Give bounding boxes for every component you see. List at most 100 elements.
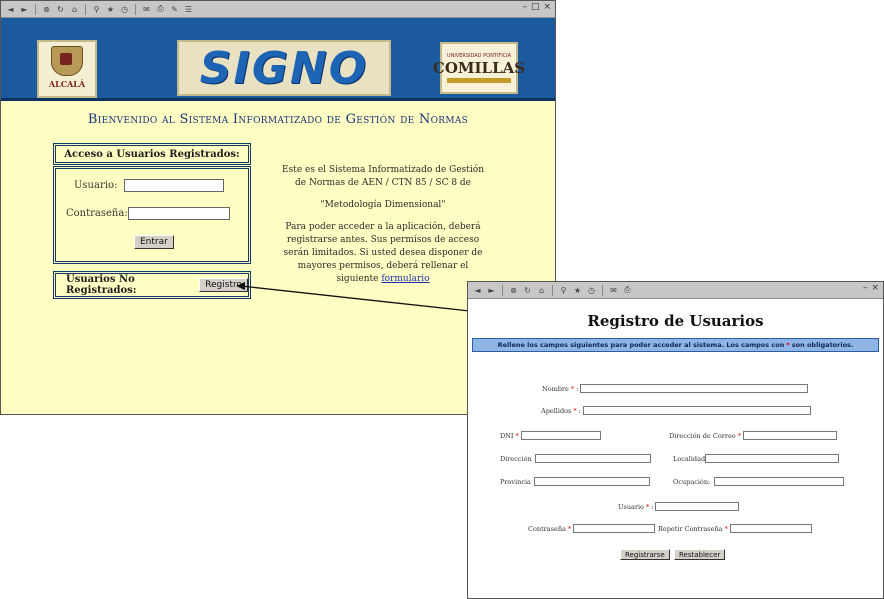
- repetir-input[interactable]: [729, 524, 812, 533]
- contrasena-input[interactable]: [573, 524, 656, 533]
- repetir-label: Repetir Contraseña: [658, 524, 723, 533]
- stop-icon[interactable]: ⊗: [41, 4, 52, 15]
- dni-label: DNI: [500, 431, 514, 440]
- info-paragraph-3: Para poder acceder a la aplicación, debe…: [277, 221, 489, 286]
- formulario-link[interactable]: formulario: [381, 274, 429, 284]
- instructions-text-end: son obligatorios.: [791, 341, 854, 349]
- localidad-input[interactable]: [705, 454, 840, 463]
- dni-row: DNI *: [500, 431, 601, 440]
- login-submit-button[interactable]: Entrar: [134, 235, 174, 249]
- favorites-icon[interactable]: ★: [572, 285, 583, 296]
- toolbar-divider: [502, 284, 503, 296]
- window-controls: – □ ×: [522, 2, 551, 12]
- password-row: Contraseña:: [66, 207, 230, 220]
- provincia-input[interactable]: [533, 477, 650, 486]
- toolbar-divider: [602, 284, 603, 296]
- home-icon[interactable]: ⌂: [536, 285, 547, 296]
- provincia-row: Provincia: [500, 477, 650, 486]
- registrarse-button[interactable]: Registrarse: [620, 549, 670, 560]
- required-mark: *: [737, 431, 741, 440]
- close-icon[interactable]: ×: [543, 2, 551, 12]
- refresh-icon[interactable]: ↻: [55, 4, 66, 15]
- forward-icon[interactable]: ►: [19, 4, 30, 15]
- discuss-icon[interactable]: ☰: [183, 4, 194, 15]
- repetir-row: Repetir Contraseña *: [658, 524, 812, 533]
- login-form: Usuario: Contraseña: Entrar: [53, 166, 251, 264]
- toolbar-divider: [135, 3, 136, 15]
- login-panel-title: Acceso a Usuarios Registrados:: [64, 148, 240, 160]
- back-icon[interactable]: ◄: [5, 4, 16, 15]
- home-icon[interactable]: ⌂: [69, 4, 80, 15]
- login-panel-header: Acceso a Usuarios Registrados:: [53, 143, 251, 165]
- comillas-logo-text: COMILLAS: [432, 59, 526, 77]
- usuario-input[interactable]: [655, 502, 740, 511]
- mail-icon[interactable]: ✉: [608, 285, 619, 296]
- forward-icon[interactable]: ►: [486, 285, 497, 296]
- restablecer-button[interactable]: Restablecer: [674, 549, 726, 560]
- nombre-label: Nombre: [542, 384, 569, 393]
- direccion-row: Dirección: [500, 454, 651, 463]
- nombre-input[interactable]: [580, 384, 809, 393]
- alcala-logo: ALCALÁ: [37, 40, 97, 98]
- required-mark: *: [724, 524, 728, 533]
- window-controls: – ×: [863, 283, 879, 293]
- correo-label: Dirección de Correo: [669, 431, 736, 440]
- registro-window: ◄ ► ⊗ ↻ ⌂ ⚲ ★ ◷ ✉ ⎙ – × Registro de Usua…: [467, 281, 884, 599]
- search-icon[interactable]: ⚲: [558, 285, 569, 296]
- ocupacion-input[interactable]: [714, 477, 845, 486]
- signo-banner: ALCALÁ SIGNO UNIVERSIDAD PONTIFICIA COMI…: [1, 18, 555, 101]
- search-icon[interactable]: ⚲: [91, 4, 102, 15]
- minimize-icon[interactable]: –: [522, 2, 527, 12]
- close-icon[interactable]: ×: [871, 283, 879, 293]
- contrasena-label: Contraseña: [528, 524, 566, 533]
- print-icon[interactable]: ⎙: [622, 285, 633, 296]
- toolbar-divider: [85, 3, 86, 15]
- toolbar-divider: [35, 3, 36, 15]
- stop-icon[interactable]: ⊗: [508, 285, 519, 296]
- info-paragraph-1: Este es el Sistema Informatizado de Gest…: [282, 165, 484, 188]
- apellidos-label: Apellidos: [541, 406, 572, 415]
- refresh-icon[interactable]: ↻: [522, 285, 533, 296]
- password-input[interactable]: [128, 207, 230, 220]
- direccion-input[interactable]: [534, 454, 651, 463]
- required-mark: *: [570, 384, 575, 393]
- mail-icon[interactable]: ✉: [141, 4, 152, 15]
- user-row: Usuario:: [74, 179, 224, 192]
- welcome-heading: Bienvenido al Sistema Informatizado de G…: [87, 112, 469, 127]
- field-colon: :: [578, 406, 581, 415]
- info-text: Este es el Sistema Informatizado de Gest…: [277, 164, 489, 295]
- back-icon[interactable]: ◄: [472, 285, 483, 296]
- history-icon[interactable]: ◷: [119, 4, 130, 15]
- apellidos-input[interactable]: [582, 406, 811, 415]
- dni-input[interactable]: [520, 431, 601, 440]
- print-icon[interactable]: ⎙: [155, 4, 166, 15]
- alcala-shield-icon: [51, 46, 83, 76]
- alcala-logo-text: ALCALÁ: [48, 79, 86, 89]
- correo-input[interactable]: [742, 431, 837, 440]
- apellidos-row: Apellidos * :: [541, 406, 811, 415]
- required-mark: *: [567, 524, 572, 533]
- correo-row: Dirección de Correo *: [669, 431, 837, 440]
- maximize-icon[interactable]: □: [531, 2, 540, 12]
- usuario-label: Usuario: [618, 502, 644, 511]
- field-colon: :: [708, 477, 711, 486]
- registro-button[interactable]: Registro: [199, 278, 248, 292]
- user-label: Usuario:: [74, 180, 118, 191]
- required-mark: *: [645, 502, 650, 511]
- history-icon[interactable]: ◷: [586, 285, 597, 296]
- favorites-icon[interactable]: ★: [105, 4, 116, 15]
- nombre-row: Nombre * :: [542, 384, 809, 393]
- info-paragraph-2: "Metodología Dimensional": [320, 200, 446, 210]
- toolbar-divider: [552, 284, 553, 296]
- unregistered-label: Usuarios No Registrados:: [66, 274, 137, 296]
- user-input[interactable]: [124, 179, 224, 192]
- edit-icon[interactable]: ✎: [169, 4, 180, 15]
- signo-logo-text: SIGNO: [199, 42, 369, 94]
- localidad-row: Localidad: [673, 454, 840, 463]
- registro-title: Registro de Usuarios: [587, 312, 764, 330]
- field-colon: :: [576, 384, 579, 393]
- provincia-label: Provincia: [500, 477, 531, 486]
- registro-instructions: Rellene los campos siguientes para poder…: [472, 338, 879, 352]
- required-mark: *: [515, 431, 519, 440]
- minimize-icon[interactable]: –: [863, 283, 868, 293]
